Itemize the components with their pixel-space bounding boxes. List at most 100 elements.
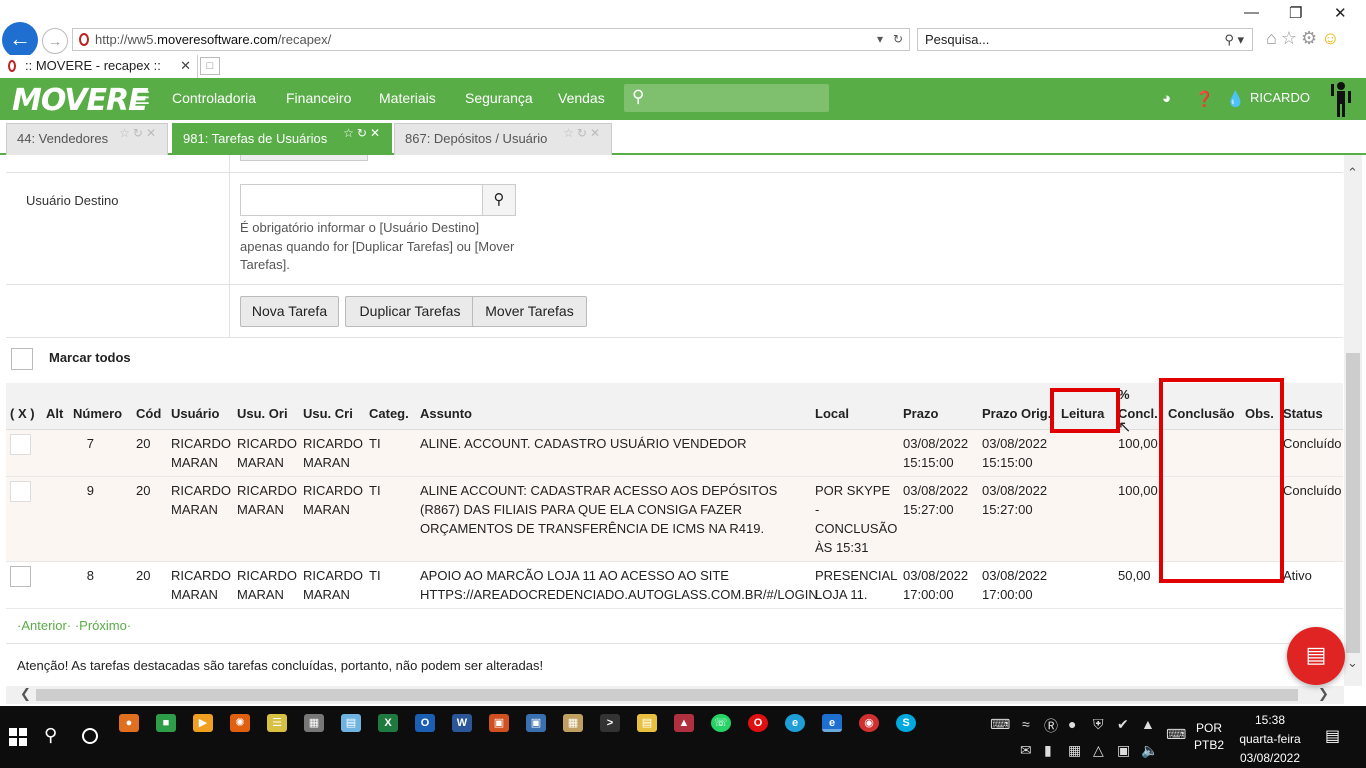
- usuario-destino-input[interactable]: [240, 184, 483, 216]
- table-row[interactable]: 7 20 RICARDO MARAN RICARDO MARAN RICARDO…: [6, 429, 1343, 477]
- taskbar-app-calculator-icon[interactable]: ▦: [304, 714, 324, 732]
- close-icon[interactable]: ✕: [146, 126, 159, 140]
- taskbar-app-skype-icon[interactable]: S: [896, 714, 916, 732]
- star-icon[interactable]: ☆: [563, 126, 577, 140]
- refresh-icon[interactable]: ↻: [357, 126, 370, 140]
- taskbar-search-icon[interactable]: ⚲: [44, 725, 57, 746]
- col-prazo-orig[interactable]: Prazo Orig.: [978, 383, 1057, 430]
- col-status[interactable]: Status: [1279, 383, 1343, 430]
- browser-search-input[interactable]: Pesquisa... ⚲ ▾: [917, 28, 1253, 51]
- taskbar-app-outlook-icon[interactable]: O: [415, 714, 435, 732]
- hamburger-menu-icon[interactable]: ☰: [134, 88, 150, 109]
- volume-tray-icon[interactable]: 🔈: [1141, 742, 1158, 759]
- check-tray-icon[interactable]: ✔: [1117, 716, 1129, 733]
- taskbar-app-ie-icon[interactable]: e: [822, 714, 842, 732]
- notifications-icon[interactable]: ▤: [1325, 726, 1340, 746]
- taskbar-app-office-icon[interactable]: ▣: [489, 714, 509, 732]
- tab-depositos-usuario[interactable]: 867: Depósitos / Usuário ☆↻✕: [394, 123, 612, 155]
- duplicar-tarefas-button[interactable]: Duplicar Tarefas: [345, 296, 475, 327]
- taskbar-app-cookie-icon[interactable]: ●: [119, 714, 139, 732]
- row-checkbox[interactable]: [10, 434, 31, 455]
- windows-start-button[interactable]: [9, 728, 27, 746]
- browser-tab[interactable]: :: MOVERE - recapex :: ✕: [0, 55, 198, 78]
- col-usuario[interactable]: Usuário: [167, 383, 233, 430]
- horizontal-scroll-thumb[interactable]: [36, 689, 1298, 701]
- partial-button[interactable]: [240, 155, 368, 161]
- keyboard-tray-icon[interactable]: ⌨: [990, 716, 1010, 733]
- taskbar-app-terminal-icon[interactable]: >: [600, 714, 620, 732]
- col-obs[interactable]: Obs.: [1241, 383, 1279, 430]
- row-checkbox[interactable]: [10, 566, 31, 587]
- battery-tray-icon[interactable]: ▮: [1044, 742, 1052, 759]
- close-window-button[interactable]: ✕: [1334, 4, 1347, 22]
- scroll-left-icon[interactable]: ❮: [20, 686, 31, 702]
- star-icon[interactable]: ☆: [119, 126, 133, 140]
- drop-icon[interactable]: 💧: [1226, 90, 1245, 108]
- table-row[interactable]: 8 20 RICARDO MARAN RICARDO MARAN RICARDO…: [6, 561, 1343, 609]
- keyboard-layout-icon[interactable]: ⌨: [1166, 726, 1186, 743]
- col-usu-ori[interactable]: Usu. Ori: [233, 383, 299, 430]
- menu-financeiro[interactable]: Financeiro: [286, 90, 351, 106]
- col-leitura[interactable]: Leitura: [1057, 383, 1114, 430]
- forward-button[interactable]: →: [42, 28, 68, 54]
- favorites-star-icon[interactable]: ☆: [1281, 28, 1301, 48]
- menu-materiais[interactable]: Materiais: [379, 90, 436, 106]
- marcar-todos-label[interactable]: Marcar todos: [49, 350, 131, 365]
- pager-next[interactable]: ·Próximo·: [75, 618, 131, 633]
- restore-button[interactable]: ❐: [1289, 4, 1302, 22]
- language-indicator[interactable]: POR PTB2: [1194, 720, 1224, 754]
- help-icon[interactable]: ❓: [1195, 90, 1214, 108]
- taskbar-app-remote-icon[interactable]: ▣: [526, 714, 546, 732]
- smiley-icon[interactable]: ☺: [1321, 28, 1343, 48]
- address-bar[interactable]: http://ww5.moveresoftware.com/recapex/ ▾…: [72, 28, 910, 51]
- shield-tray-icon[interactable]: ⛨: [1093, 716, 1104, 733]
- col-x[interactable]: ( X ): [6, 383, 42, 430]
- taskbar-app-excel-icon[interactable]: X: [378, 714, 398, 732]
- taskbar-app-orange-icon[interactable]: ✺: [230, 714, 250, 732]
- taskbar-app-archive-icon[interactable]: ▦: [563, 714, 583, 732]
- close-tab-icon[interactable]: ✕: [180, 55, 191, 77]
- col-conclusao[interactable]: Conclusão: [1164, 383, 1241, 430]
- refresh-icon[interactable]: ↻: [133, 126, 146, 140]
- taskbar-app-opera-icon[interactable]: O: [748, 714, 768, 732]
- refresh-icon[interactable]: ↻: [577, 126, 590, 140]
- taskbar-app-green-icon[interactable]: ■: [156, 714, 176, 732]
- taskbar-app-mushroom-icon[interactable]: ▲: [674, 714, 694, 732]
- chat-support-button[interactable]: ▤: [1287, 627, 1345, 685]
- home-icon[interactable]: ⌂: [1266, 28, 1281, 48]
- wifi-tray-icon[interactable]: ≈: [1022, 716, 1030, 732]
- menu-vendas[interactable]: Vendas: [558, 90, 605, 106]
- user-name[interactable]: RICARDO: [1250, 90, 1310, 105]
- taskbar-app-whatsapp-icon[interactable]: ☏: [711, 714, 731, 732]
- taskbar-app-word-icon[interactable]: W: [452, 714, 472, 732]
- table-row[interactable]: 9 20 RICARDO MARAN RICARDO MARAN RICARDO…: [6, 476, 1343, 562]
- settings-gear-icon[interactable]: ⚙: [1301, 28, 1321, 48]
- app-tray-icon[interactable]: ▦: [1068, 742, 1081, 759]
- col-numero[interactable]: Número: [69, 383, 132, 430]
- col-prazo[interactable]: Prazo: [899, 383, 978, 430]
- col-assunto[interactable]: Assunto: [416, 383, 811, 430]
- refresh-icon[interactable]: ↻: [893, 29, 903, 50]
- col-categ[interactable]: Categ.: [365, 383, 416, 430]
- close-icon[interactable]: ✕: [370, 126, 383, 140]
- orange-tray-icon[interactable]: ▣: [1117, 742, 1130, 759]
- scroll-down-icon[interactable]: ⌄: [1347, 655, 1358, 671]
- horizontal-scrollbar[interactable]: ❮ ❯: [6, 686, 1344, 704]
- taskbar-app-explorer-icon[interactable]: ▤: [637, 714, 657, 732]
- mover-tarefas-button[interactable]: Mover Tarefas: [472, 296, 587, 327]
- dropdown-icon[interactable]: ▾: [877, 29, 883, 50]
- taskbar-app-edge-icon[interactable]: e: [785, 714, 805, 732]
- minimize-button[interactable]: —: [1244, 4, 1259, 21]
- pager-prev[interactable]: ·Anterior·: [17, 618, 71, 633]
- col-local[interactable]: Local: [811, 383, 899, 430]
- cortana-icon[interactable]: [82, 728, 98, 744]
- taskbar-clock[interactable]: 15:38 quarta-feira 03/08/2022: [1238, 711, 1302, 768]
- vertical-scroll-thumb[interactable]: [1346, 353, 1360, 653]
- menu-controladoria[interactable]: Controladoria: [172, 90, 256, 106]
- network-tray-icon[interactable]: △: [1093, 742, 1104, 759]
- vertical-scrollbar[interactable]: ⌃ ⌄: [1344, 155, 1362, 686]
- col-usu-cri[interactable]: Usu. Cri: [299, 383, 365, 430]
- taskbar-app-notepad-icon[interactable]: ☰: [267, 714, 287, 732]
- marcar-todos-checkbox[interactable]: [11, 348, 33, 370]
- user-avatar-icon[interactable]: [1328, 80, 1354, 118]
